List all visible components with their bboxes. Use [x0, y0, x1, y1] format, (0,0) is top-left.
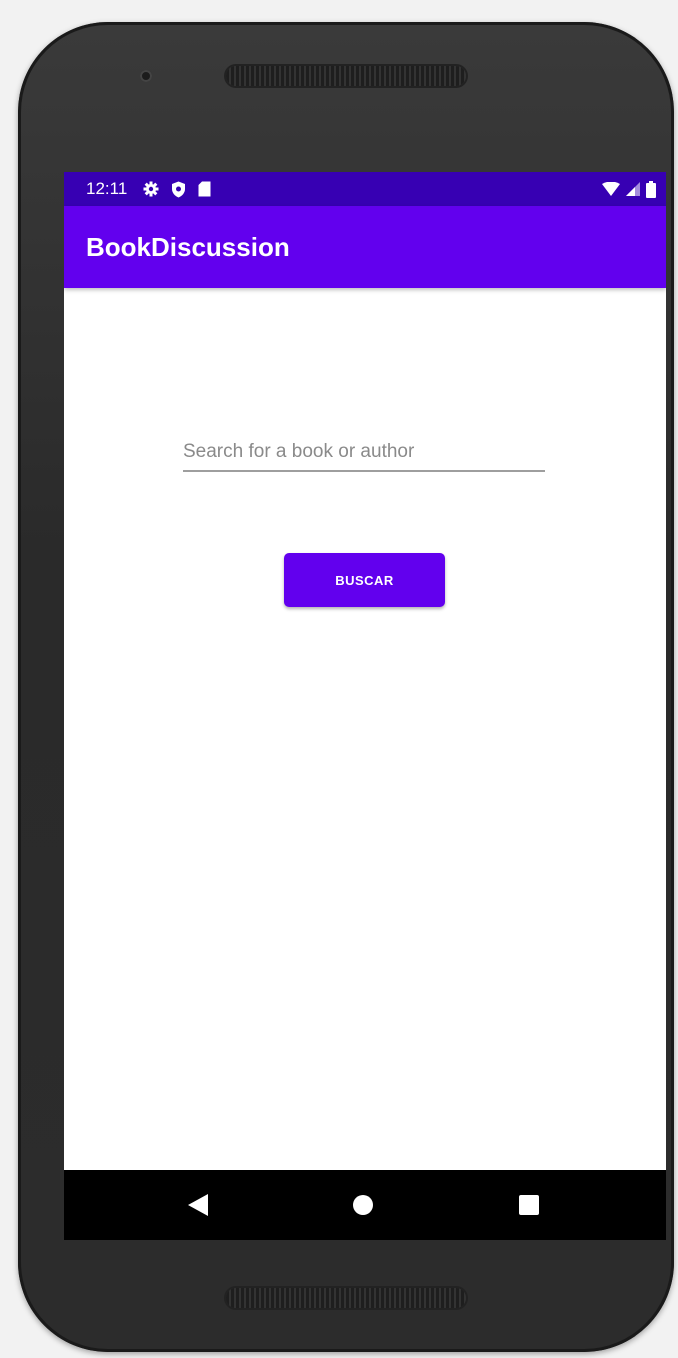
- status-bar: 12:11: [64, 172, 666, 206]
- recents-icon[interactable]: [519, 1195, 539, 1215]
- status-system-icons: [602, 180, 656, 198]
- top-speaker-grille: [226, 66, 466, 86]
- back-icon[interactable]: [188, 1194, 208, 1216]
- phone-frame: 12:11 BookDiscussion Search for a book o…: [18, 22, 674, 1352]
- home-icon[interactable]: [353, 1195, 373, 1215]
- search-input[interactable]: [183, 438, 545, 472]
- bottom-speaker-grille: [226, 1288, 466, 1308]
- battery-icon: [646, 180, 656, 198]
- sd-card-icon: [198, 181, 211, 197]
- device-screen: 12:11 BookDiscussion Search for a book o…: [64, 172, 666, 1240]
- shield-icon: [172, 181, 186, 197]
- app-title: BookDiscussion: [86, 231, 290, 262]
- status-notification-icons: [143, 181, 211, 198]
- gear-icon: [143, 181, 159, 197]
- signal-icon: [626, 182, 640, 196]
- status-time: 12:11: [86, 179, 128, 198]
- navigation-bar: [64, 1170, 666, 1240]
- buscar-button[interactable]: BUSCAR: [284, 553, 445, 607]
- wifi-icon: [602, 182, 620, 196]
- front-camera: [140, 70, 152, 82]
- app-bar: BookDiscussion: [64, 206, 666, 288]
